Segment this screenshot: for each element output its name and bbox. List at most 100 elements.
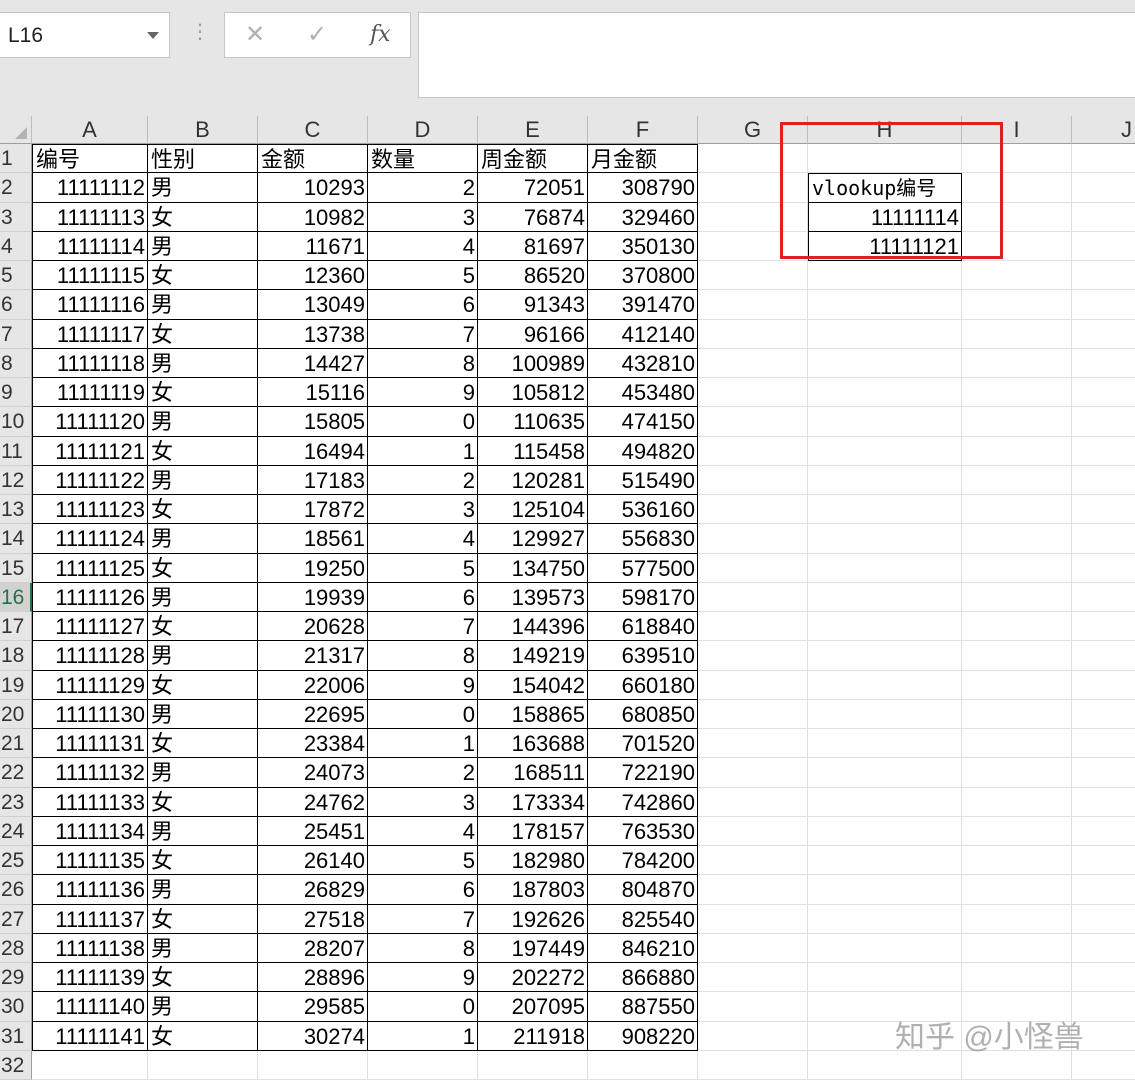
cell-f31[interactable]: 908220 <box>588 1022 698 1051</box>
cell-h10[interactable] <box>808 407 962 436</box>
cell-j22[interactable] <box>1072 758 1135 787</box>
cell-c19[interactable]: 22006 <box>258 671 368 700</box>
cell-h9[interactable] <box>808 378 962 407</box>
cell-i15[interactable] <box>962 554 1072 583</box>
cell-d25[interactable]: 5 <box>368 846 478 875</box>
cell-e2[interactable]: 72051 <box>478 173 588 202</box>
cell-b17[interactable]: 女 <box>148 612 258 641</box>
cell-f22[interactable]: 722190 <box>588 758 698 787</box>
cell-b25[interactable]: 女 <box>148 846 258 875</box>
cell-i29[interactable] <box>962 963 1072 992</box>
cell-a18[interactable]: 11111128 <box>32 641 148 670</box>
cell-b9[interactable]: 女 <box>148 378 258 407</box>
cell-i27[interactable] <box>962 905 1072 934</box>
cell-i13[interactable] <box>962 495 1072 524</box>
cell-c31[interactable]: 30274 <box>258 1022 368 1051</box>
cell-e3[interactable]: 76874 <box>478 203 588 232</box>
cell-i11[interactable] <box>962 437 1072 466</box>
cell-d22[interactable]: 2 <box>368 758 478 787</box>
cell-c14[interactable]: 18561 <box>258 524 368 553</box>
cell-c32[interactable] <box>258 1051 368 1080</box>
cell-d27[interactable]: 7 <box>368 905 478 934</box>
row-header-30[interactable]: 30 <box>0 992 32 1021</box>
cell-j4[interactable] <box>1072 232 1135 261</box>
cancel-icon[interactable]: ✕ <box>245 21 265 49</box>
cell-c11[interactable]: 16494 <box>258 437 368 466</box>
column-header-a[interactable]: A <box>32 116 148 144</box>
cell-b22[interactable]: 男 <box>148 758 258 787</box>
cell-c18[interactable]: 21317 <box>258 641 368 670</box>
cell-i12[interactable] <box>962 466 1072 495</box>
cell-a14[interactable]: 11111124 <box>32 524 148 553</box>
cell-c9[interactable]: 15116 <box>258 378 368 407</box>
cell-e25[interactable]: 182980 <box>478 846 588 875</box>
row-header-28[interactable]: 28 <box>0 934 32 963</box>
cell-h18[interactable] <box>808 641 962 670</box>
cell-e30[interactable]: 207095 <box>478 992 588 1021</box>
cell-g23[interactable] <box>698 788 808 817</box>
cell-f1[interactable]: 月金额 <box>588 144 698 173</box>
cell-d31[interactable]: 1 <box>368 1022 478 1051</box>
column-header-i[interactable]: I <box>962 116 1072 144</box>
cell-a24[interactable]: 11111134 <box>32 817 148 846</box>
cell-g10[interactable] <box>698 407 808 436</box>
cell-e17[interactable]: 144396 <box>478 612 588 641</box>
cell-j27[interactable] <box>1072 905 1135 934</box>
row-header-15[interactable]: 15 <box>0 554 32 583</box>
cell-g27[interactable] <box>698 905 808 934</box>
cell-d20[interactable]: 0 <box>368 700 478 729</box>
cell-h27[interactable] <box>808 905 962 934</box>
cell-b30[interactable]: 男 <box>148 992 258 1021</box>
cell-j10[interactable] <box>1072 407 1135 436</box>
cell-a10[interactable]: 11111120 <box>32 407 148 436</box>
cell-g16[interactable] <box>698 583 808 612</box>
cell-i28[interactable] <box>962 934 1072 963</box>
cell-g28[interactable] <box>698 934 808 963</box>
column-header-j[interactable]: J <box>1072 116 1135 144</box>
cell-j1[interactable] <box>1072 144 1135 173</box>
column-header-e[interactable]: E <box>478 116 588 144</box>
row-header-19[interactable]: 19 <box>0 671 32 700</box>
cell-g11[interactable] <box>698 437 808 466</box>
cell-e23[interactable]: 173334 <box>478 788 588 817</box>
cell-b3[interactable]: 女 <box>148 203 258 232</box>
row-header-18[interactable]: 18 <box>0 641 32 670</box>
cell-e5[interactable]: 86520 <box>478 261 588 290</box>
cell-g19[interactable] <box>698 671 808 700</box>
cell-f6[interactable]: 391470 <box>588 290 698 319</box>
cell-f4[interactable]: 350130 <box>588 232 698 261</box>
cell-g6[interactable] <box>698 290 808 319</box>
row-header-5[interactable]: 5 <box>0 261 32 290</box>
cell-f15[interactable]: 577500 <box>588 554 698 583</box>
cell-j8[interactable] <box>1072 349 1135 378</box>
cell-e6[interactable]: 91343 <box>478 290 588 319</box>
cell-j20[interactable] <box>1072 700 1135 729</box>
row-header-3[interactable]: 3 <box>0 203 32 232</box>
cell-e18[interactable]: 149219 <box>478 641 588 670</box>
column-header-b[interactable]: B <box>148 116 258 144</box>
cell-b14[interactable]: 男 <box>148 524 258 553</box>
cell-c13[interactable]: 17872 <box>258 495 368 524</box>
cell-g30[interactable] <box>698 992 808 1021</box>
cell-a12[interactable]: 11111122 <box>32 466 148 495</box>
cell-i16[interactable] <box>962 583 1072 612</box>
cell-h1[interactable] <box>808 144 962 173</box>
cell-i2[interactable] <box>962 173 1072 202</box>
enter-icon[interactable]: ✓ <box>307 21 327 49</box>
cell-b1[interactable]: 性别 <box>148 144 258 173</box>
cell-g5[interactable] <box>698 261 808 290</box>
cell-a11[interactable]: 11111121 <box>32 437 148 466</box>
cell-h15[interactable] <box>808 554 962 583</box>
cell-c20[interactable]: 22695 <box>258 700 368 729</box>
cell-e20[interactable]: 158865 <box>478 700 588 729</box>
cell-a27[interactable]: 11111137 <box>32 905 148 934</box>
cell-a8[interactable]: 11111118 <box>32 349 148 378</box>
cell-a17[interactable]: 11111127 <box>32 612 148 641</box>
cell-a22[interactable]: 11111132 <box>32 758 148 787</box>
cell-a23[interactable]: 11111133 <box>32 788 148 817</box>
cell-j11[interactable] <box>1072 437 1135 466</box>
cell-b6[interactable]: 男 <box>148 290 258 319</box>
cell-b11[interactable]: 女 <box>148 437 258 466</box>
cell-c12[interactable]: 17183 <box>258 466 368 495</box>
cell-d15[interactable]: 5 <box>368 554 478 583</box>
